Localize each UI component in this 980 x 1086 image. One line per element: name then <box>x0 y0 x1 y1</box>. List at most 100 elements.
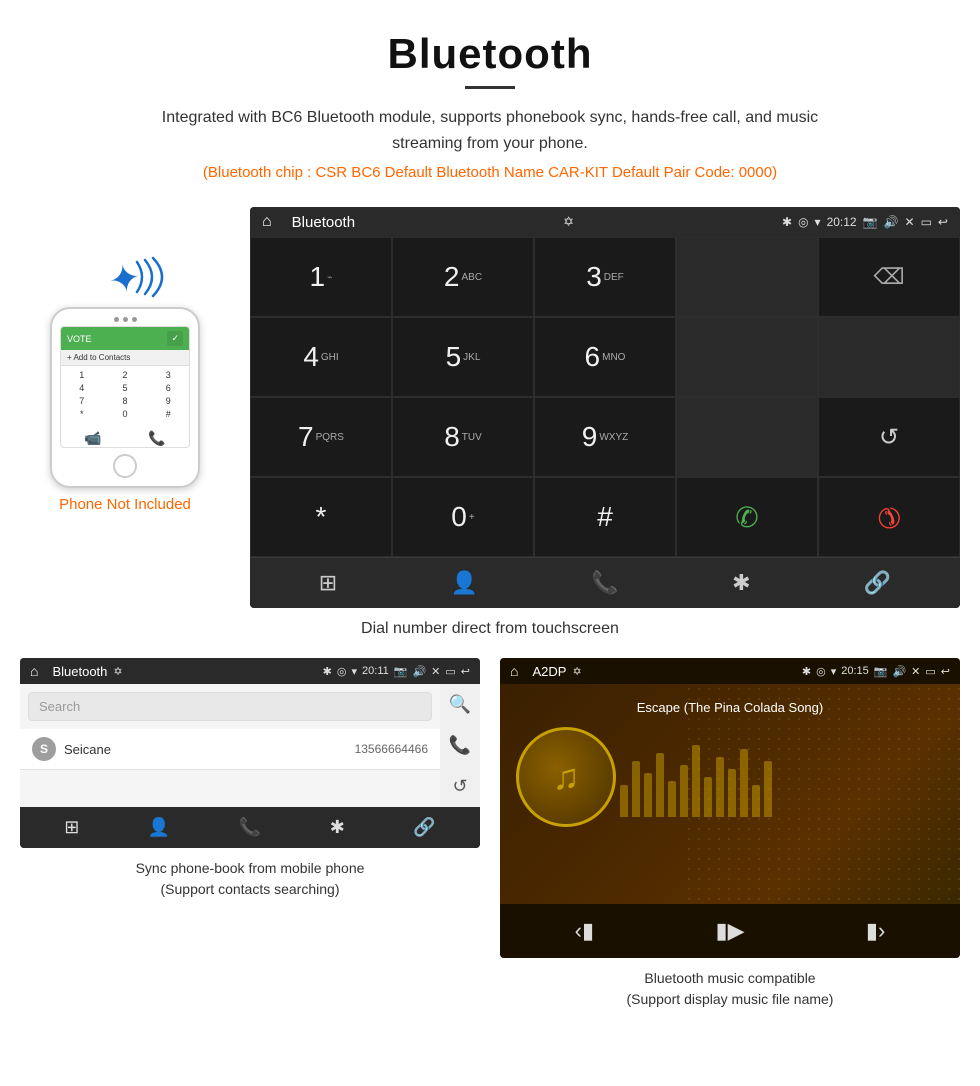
end-call-button[interactable]: ✆ <box>818 477 960 557</box>
phone-video-icon[interactable]: 📹 <box>84 430 101 447</box>
search-icon[interactable]: 🔍 <box>449 694 471 715</box>
phone-dot-3 <box>132 317 137 322</box>
music-caption-line1: Bluetooth music compatible <box>644 970 815 986</box>
cnav-phone-icon[interactable]: 📞 <box>239 817 261 838</box>
phone-phone-icon[interactable]: 📞 <box>148 430 165 447</box>
phone-key-6[interactable]: 6 <box>151 383 185 393</box>
nav-link-icon[interactable]: 🔗 <box>864 570 891 596</box>
screen-icon: ▭ <box>921 215 932 229</box>
prev-track-icon[interactable]: ‹▮ <box>575 918 594 944</box>
contacts-screen: ⌂ Bluetooth ✡ ✱ ◎ ▾ 20:11 📷 🔊 ✕ ▭ ↩ <box>20 658 480 848</box>
call-green-icon: ✆ <box>735 501 758 534</box>
music-title: A2DP <box>532 664 566 679</box>
usb-icon: ✡ <box>563 214 574 230</box>
dial-sub-1: ⌁ <box>327 272 332 283</box>
list-item[interactable]: S Seicane 13566664466 <box>20 729 440 770</box>
nav-phone-icon[interactable]: 📞 <box>591 570 618 596</box>
phone-key-2[interactable]: 2 <box>108 370 142 380</box>
call-button[interactable]: ✆ <box>676 477 818 557</box>
phone-key-hash[interactable]: # <box>151 409 185 419</box>
dial-backspace[interactable]: ⌫ <box>818 237 960 317</box>
music-status-icons: ✱ ◎ ▾ 20:15 📷 🔊 ✕ ▭ ↩ <box>802 665 950 678</box>
contacts-home-icon[interactable]: ⌂ <box>30 663 38 679</box>
close-icon[interactable]: ✕ <box>905 215 915 229</box>
dial-key-star[interactable]: * <box>250 477 392 557</box>
phone-key-7[interactable]: 7 <box>65 396 99 406</box>
dial-num-2: 2 <box>444 261 460 293</box>
phone-dial-row-2: 4 5 6 <box>65 383 185 393</box>
contacts-back-icon[interactable]: ↩ <box>461 665 470 678</box>
phone-dial-row-1: 1 2 3 <box>65 370 185 380</box>
contacts-status-icons: ✱ ◎ ▾ 20:11 📷 🔊 ✕ ▭ ↩ <box>323 665 470 678</box>
dial-key-4[interactable]: 4 GHI <box>250 317 392 397</box>
dial-key-9[interactable]: 9 WXYZ <box>534 397 676 477</box>
contacts-body: Search S Seicane 13566664466 🔍 📞 ↺ <box>20 684 480 807</box>
play-pause-icon[interactable]: ▮▶ <box>715 918 744 944</box>
cnav-bt-icon[interactable]: ✱ <box>330 817 345 838</box>
phone-key-4[interactable]: 4 <box>65 383 99 393</box>
phone-side-icon[interactable]: 📞 <box>449 735 471 756</box>
dial-num-7: 7 <box>298 421 314 453</box>
phone-vote-label: VOTE <box>67 334 92 344</box>
dial-empty-3 <box>818 317 960 397</box>
nav-bt-icon[interactable]: ✱ <box>732 570 750 596</box>
dial-sub-9: WXYZ <box>599 432 628 443</box>
signal-waves-icon <box>129 252 169 302</box>
phone-key-0[interactable]: 0 <box>108 409 142 419</box>
cnav-link-icon[interactable]: 🔗 <box>413 817 435 838</box>
nav-grid-icon[interactable]: ⊞ <box>319 570 337 596</box>
music-home-icon[interactable]: ⌂ <box>510 663 518 679</box>
contacts-close-icon[interactable]: ✕ <box>431 665 440 678</box>
dial-key-0[interactable]: 0 + <box>392 477 534 557</box>
phone-key-3[interactable]: 3 <box>151 370 185 380</box>
bluetooth-status-icon: ✱ <box>782 215 792 229</box>
cnav-grid-icon[interactable]: ⊞ <box>64 817 79 838</box>
phone-key-star[interactable]: * <box>65 409 99 419</box>
bottom-screenshots: ⌂ Bluetooth ✡ ✱ ◎ ▾ 20:11 📷 🔊 ✕ ▭ ↩ <box>0 658 980 1010</box>
dial-num-1: 1 <box>310 261 326 293</box>
contact-name: Seicane <box>64 742 347 757</box>
phone-screen-header: VOTE ✓ <box>61 327 189 350</box>
back-icon[interactable]: ↩ <box>938 215 948 229</box>
phone-key-8[interactable]: 8 <box>108 396 142 406</box>
music-back-icon[interactable]: ↩ <box>941 665 950 678</box>
header-section: Bluetooth Integrated with BC6 Bluetooth … <box>0 0 980 207</box>
contacts-usb-icon: ✡ <box>113 665 122 678</box>
dial-key-hash[interactable]: # <box>534 477 676 557</box>
nav-user-icon[interactable]: 👤 <box>451 570 478 596</box>
page-title: Bluetooth <box>20 30 960 78</box>
phone-key-1[interactable]: 1 <box>65 370 99 380</box>
car-bottom-nav: ⊞ 👤 📞 ✱ 🔗 <box>250 557 960 608</box>
phone-key-9[interactable]: 9 <box>151 396 185 406</box>
music-caption: Bluetooth music compatible (Support disp… <box>627 968 834 1010</box>
cnav-user-icon[interactable]: 👤 <box>148 817 170 838</box>
next-track-icon[interactable]: ▮› <box>866 918 885 944</box>
dial-key-2[interactable]: 2 ABC <box>392 237 534 317</box>
dial-sub-7: PQRS <box>316 432 344 443</box>
music-screen-icon: ▭ <box>925 665 935 678</box>
location-icon: ◎ <box>798 215 808 229</box>
search-bar[interactable]: Search <box>28 692 432 721</box>
phone-key-5[interactable]: 5 <box>108 383 142 393</box>
phone-home-button[interactable] <box>113 454 137 478</box>
home-icon[interactable]: ⌂ <box>262 213 272 231</box>
dial-key-6[interactable]: 6 MNO <box>534 317 676 397</box>
status-icons: ✱ ◎ ▾ 20:12 📷 🔊 ✕ ▭ ↩ <box>782 215 948 229</box>
dial-key-3[interactable]: 3 DEF <box>534 237 676 317</box>
music-usb-icon: ✡ <box>572 665 581 678</box>
dial-num-4: 4 <box>303 341 319 373</box>
car-screen-title: Bluetooth <box>292 214 355 231</box>
refresh-side-icon[interactable]: ↺ <box>452 776 467 797</box>
dial-key-7[interactable]: 7 PQRS <box>250 397 392 477</box>
phone-mockup: VOTE ✓ + Add to Contacts 1 2 3 4 5 6 <box>50 307 200 488</box>
dial-key-8[interactable]: 8 TUV <box>392 397 534 477</box>
refresh-icon: ↺ <box>879 423 899 452</box>
music-close-icon[interactable]: ✕ <box>911 665 920 678</box>
eq-bars <box>620 737 772 817</box>
dial-refresh[interactable]: ↺ <box>818 397 960 477</box>
dial-key-5[interactable]: 5 JKL <box>392 317 534 397</box>
phone-sidebar: ✦ VOTE ✓ + A <box>20 207 230 513</box>
dial-caption: Dial number direct from touchscreen <box>0 620 980 638</box>
eq-bar-1 <box>620 785 628 817</box>
dial-key-1[interactable]: 1 ⌁ <box>250 237 392 317</box>
